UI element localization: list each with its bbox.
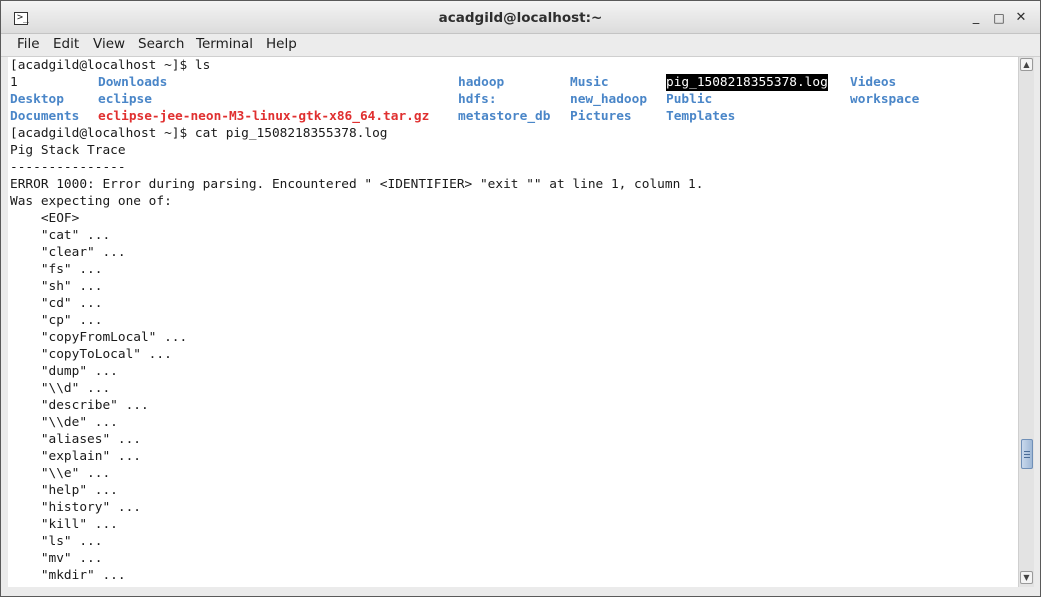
output-line: "clear" ...	[10, 245, 126, 260]
output-line: "history" ...	[10, 500, 141, 515]
ls-entry: 1	[10, 75, 18, 90]
output-line: <EOF>	[10, 211, 80, 226]
output-line: ---------------	[10, 160, 126, 175]
vertical-scrollbar[interactable]: ▲ ▼	[1018, 57, 1034, 587]
window-title: acadgild@localhost:~	[438, 10, 603, 26]
ls-entry: pig_1508218355378.log	[666, 74, 828, 91]
menu-edit[interactable]: Edit	[53, 36, 79, 52]
maximize-button[interactable]: □	[990, 9, 1008, 27]
close-button[interactable]: ✕	[1012, 9, 1030, 27]
output-line: "copyToLocal" ...	[10, 347, 172, 362]
ls-entry: metastore_db	[458, 109, 551, 124]
output-line: ERROR 1000: Error during parsing. Encoun…	[10, 177, 704, 192]
title-bar[interactable]: >_ acadgild@localhost:~ _ □ ✕	[1, 1, 1040, 34]
prompt-line: [acadgild@localhost ~]$ ls	[10, 58, 211, 73]
ls-entry: hadoop	[458, 75, 505, 90]
output-line: "\\de" ...	[10, 415, 118, 430]
ls-entry: Templates	[666, 109, 736, 124]
ls-entry: Music	[570, 75, 609, 90]
menu-terminal[interactable]: Terminal	[196, 36, 253, 52]
menu-file[interactable]: File	[17, 36, 40, 52]
scroll-down-arrow-icon[interactable]: ▼	[1020, 571, 1033, 584]
minimize-button[interactable]: _	[967, 9, 985, 27]
output-line: "kill" ...	[10, 517, 118, 532]
ls-entry: new_hadoop	[570, 92, 648, 107]
output-line: "help" ...	[10, 483, 118, 498]
ls-entry: Public	[666, 92, 713, 107]
output-line: "cp" ...	[10, 313, 103, 328]
output-line: "ls" ...	[10, 534, 103, 549]
output-line: "sh" ...	[10, 279, 103, 294]
terminal-output[interactable]: [acadgild@localhost ~]$ ls 1 Downloads had…	[8, 57, 1018, 587]
ls-entry: Desktop	[10, 92, 64, 107]
output-line: Pig Stack Trace	[10, 143, 126, 158]
menu-bar: File Edit View Search Terminal Help	[1, 34, 1040, 57]
output-line: "cd" ...	[10, 296, 103, 311]
output-line: "\\d" ...	[10, 381, 111, 396]
output-line: "aliases" ...	[10, 432, 141, 447]
scroll-up-arrow-icon[interactable]: ▲	[1020, 58, 1033, 71]
output-line: "\\e" ...	[10, 466, 111, 481]
scrollbar-thumb[interactable]	[1021, 439, 1033, 469]
ls-entry: workspace	[850, 92, 920, 107]
ls-entry: Documents	[10, 109, 80, 124]
menu-view[interactable]: View	[93, 36, 125, 52]
terminal-window: >_ acadgild@localhost:~ _ □ ✕ File Edit …	[0, 0, 1041, 597]
ls-entry: Downloads	[98, 75, 168, 90]
menu-help[interactable]: Help	[266, 36, 297, 52]
menu-search[interactable]: Search	[138, 36, 184, 52]
output-line: "fs" ...	[10, 262, 103, 277]
output-line: "describe" ...	[10, 398, 149, 413]
ls-entry: Pictures	[570, 109, 632, 124]
ls-entry: eclipse	[98, 92, 152, 107]
ls-entry: hdfs:	[458, 92, 497, 107]
output-line: "cat" ...	[10, 228, 111, 243]
output-line: "copyFromLocal" ...	[10, 330, 188, 345]
output-line: Was expecting one of:	[10, 194, 172, 209]
output-line: "dump" ...	[10, 364, 118, 379]
output-line: "mv" ...	[10, 551, 103, 566]
ls-entry: eclipse-jee-neon-M3-linux-gtk-x86_64.tar…	[98, 109, 430, 124]
output-line: "mkdir" ...	[10, 568, 126, 583]
output-line: "explain" ...	[10, 449, 141, 464]
output-line: [acadgild@localhost ~]$ cat pig_15082183…	[10, 126, 388, 141]
ls-entry: Videos	[850, 75, 897, 90]
